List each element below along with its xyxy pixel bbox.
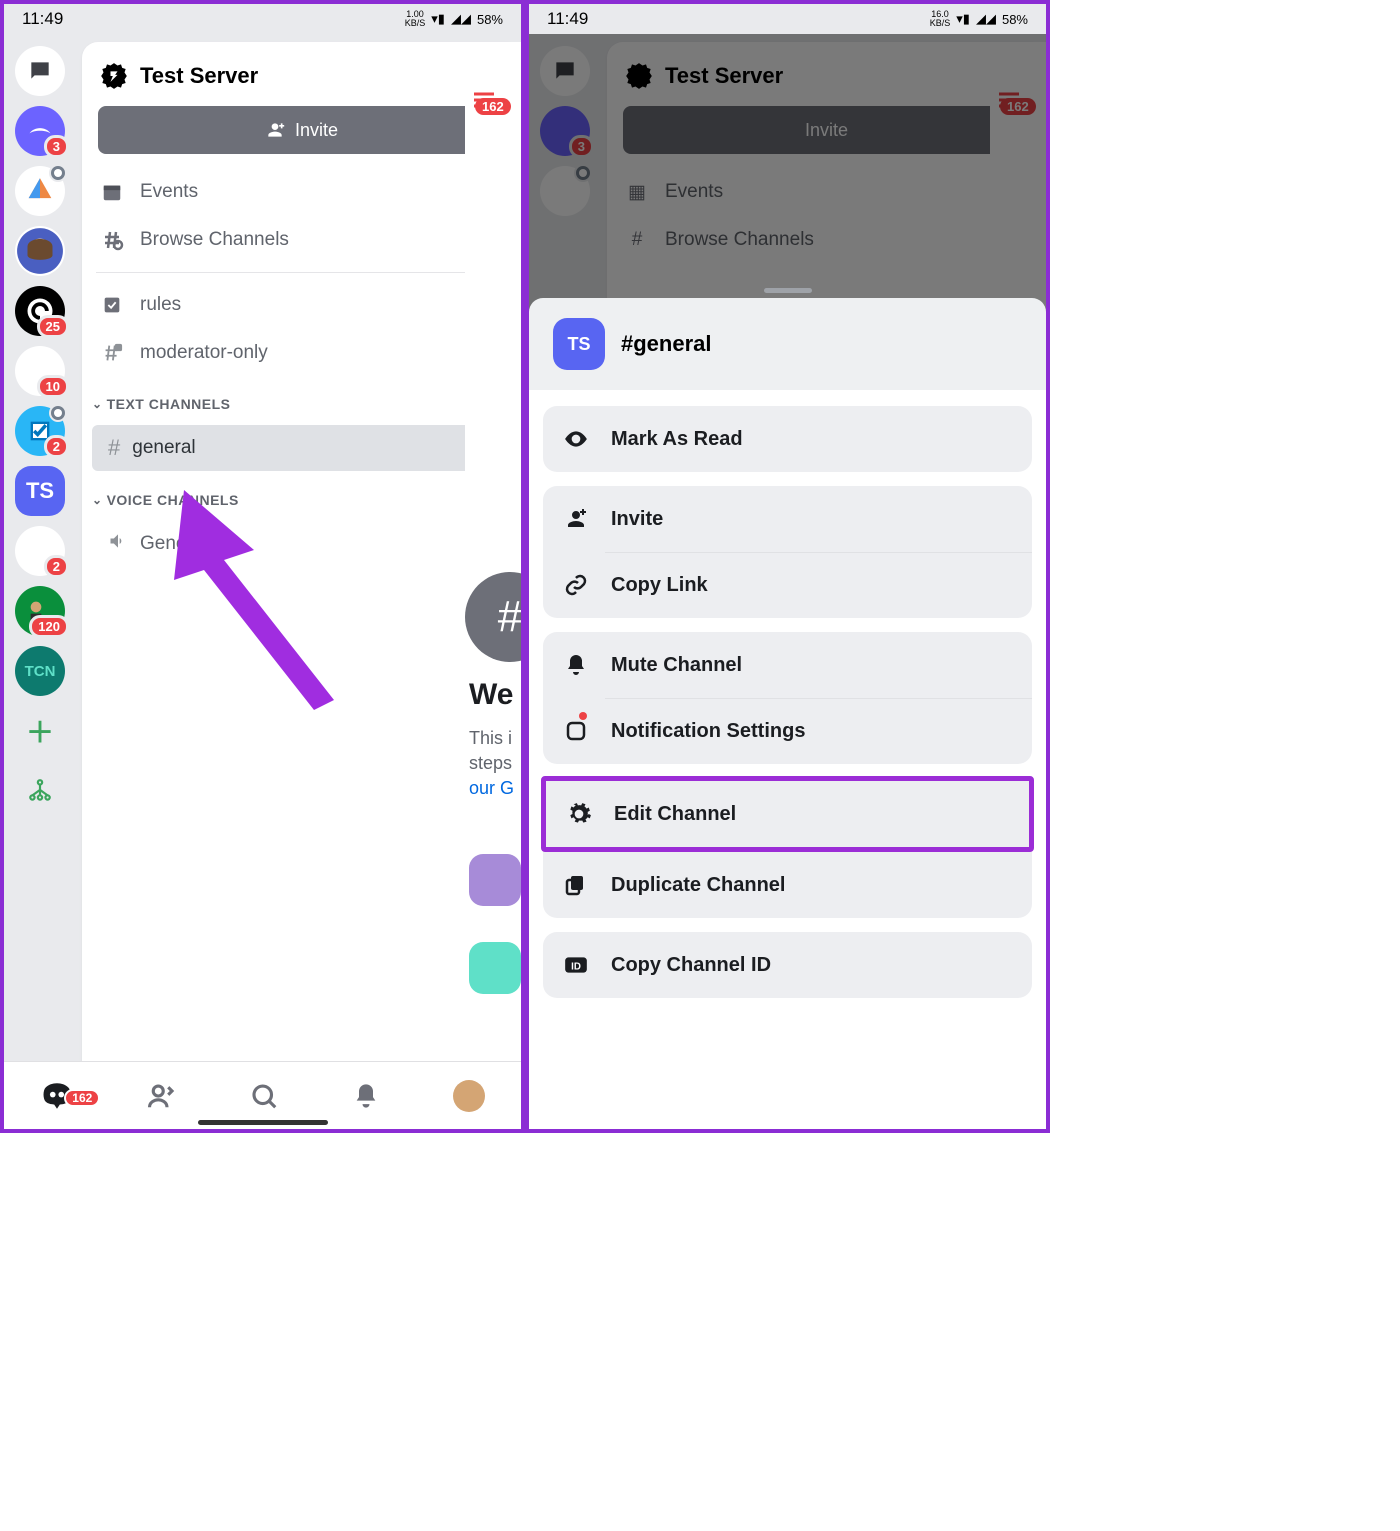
status-time: 11:49	[22, 9, 63, 29]
invite-option[interactable]: Invite	[543, 486, 1032, 552]
person-add-icon	[563, 506, 589, 532]
server-item[interactable]	[15, 226, 65, 276]
hash-icon: #	[108, 435, 120, 461]
nav-notifications[interactable]	[352, 1082, 380, 1110]
add-server-button[interactable]: ＋	[15, 706, 65, 756]
notification-icon	[563, 718, 589, 744]
channel-actions-sheet: TS #general Mark As Read Invite Copy Lin…	[529, 298, 1046, 1129]
chevron-down-icon: ⌄	[92, 493, 103, 507]
nav-friends[interactable]	[147, 1081, 177, 1111]
channel-general[interactable]: # general	[92, 425, 511, 471]
server-item[interactable]: 25	[15, 286, 65, 336]
moderator-channel[interactable]: moderator-only	[82, 329, 521, 377]
chevron-down-icon: ⌄	[92, 397, 103, 411]
signal-icon: ◢◢	[451, 11, 471, 27]
gear-icon	[566, 801, 592, 827]
muted-icon	[49, 164, 67, 182]
mark-as-read-option[interactable]: Mark As Read	[543, 406, 1032, 472]
person-add-icon	[265, 120, 285, 140]
id-icon: ID	[563, 952, 589, 978]
nav-home[interactable]: 162	[40, 1079, 74, 1113]
events-row[interactable]: Events	[82, 168, 521, 216]
calendar-icon	[100, 180, 124, 204]
server-avatar: TS	[553, 318, 605, 370]
bell-icon	[563, 652, 589, 678]
hash-lock-icon	[100, 341, 124, 365]
dm-button[interactable]	[15, 46, 65, 96]
server-item[interactable]: TCN	[15, 646, 65, 696]
server-item[interactable]: 120	[15, 586, 65, 636]
nav-profile[interactable]	[453, 1080, 485, 1112]
edit-channel-option[interactable]: Edit Channel	[546, 781, 1029, 847]
server-item[interactable]	[15, 166, 65, 216]
speaker-icon	[108, 531, 128, 557]
server-item[interactable]: 2	[15, 526, 65, 576]
server-item[interactable]: 10	[15, 346, 65, 396]
chat-peek: 162 # We This istepsour G	[465, 42, 525, 1061]
rules-channel[interactable]: rules	[82, 281, 521, 329]
copy-link-option[interactable]: Copy Link	[543, 552, 1032, 618]
muted-icon	[49, 404, 67, 422]
eye-icon	[563, 426, 589, 452]
bottom-nav: 162	[4, 1061, 521, 1129]
invite-button[interactable]: Invite	[98, 106, 505, 154]
server-badge-icon	[100, 62, 128, 90]
voice-channel-general[interactable]: General	[92, 521, 511, 567]
channel-list-panel: Test Server ••• Invite Events Browse Cha…	[82, 42, 521, 1129]
edit-channel-highlight: Edit Channel	[541, 776, 1034, 852]
status-bar: 11:49 16.0KB/S ▾▮◢◢ 58%	[529, 4, 1046, 34]
server-title[interactable]: Test Server	[140, 63, 476, 89]
sheet-handle[interactable]	[764, 288, 812, 293]
battery-percent: 58%	[477, 12, 503, 27]
screenshot-right: 11:49 16.0KB/S ▾▮◢◢ 58% 3 Test Server ••…	[525, 0, 1050, 1133]
status-time: 11:49	[547, 9, 588, 29]
sheet-title: #general	[621, 331, 712, 357]
copy-channel-id-option[interactable]: ID Copy Channel ID	[543, 932, 1032, 998]
screenshot-left: 11:49 1.00KB/S ▾▮ ◢◢ 58% 3	[0, 0, 525, 1133]
server-item-selected[interactable]: TS	[15, 466, 65, 516]
discover-button[interactable]	[15, 766, 65, 816]
browse-icon	[100, 228, 124, 252]
mute-channel-option[interactable]: Mute Channel	[543, 632, 1032, 698]
rules-icon	[100, 293, 124, 317]
server-item[interactable]: 3	[15, 106, 65, 156]
nav-search[interactable]	[249, 1081, 279, 1111]
svg-text:ID: ID	[571, 961, 581, 972]
browse-channels-row[interactable]: Browse Channels	[82, 216, 521, 264]
status-bar: 11:49 1.00KB/S ▾▮ ◢◢ 58%	[4, 4, 521, 34]
link-icon	[563, 572, 589, 598]
voice-channels-category[interactable]: ⌄ VOICE CHANNELS +	[82, 473, 521, 519]
notification-settings-option[interactable]: Notification Settings	[543, 698, 1032, 764]
duplicate-icon	[563, 872, 589, 898]
text-channels-category[interactable]: ⌄ TEXT CHANNELS +	[82, 377, 521, 423]
server-rail: 3 25 10 2 TS	[4, 34, 76, 1129]
wifi-icon: ▾▮	[431, 11, 445, 27]
server-item[interactable]: 2	[15, 406, 65, 456]
duplicate-channel-option[interactable]: Duplicate Channel	[543, 852, 1032, 918]
home-indicator	[198, 1120, 328, 1125]
